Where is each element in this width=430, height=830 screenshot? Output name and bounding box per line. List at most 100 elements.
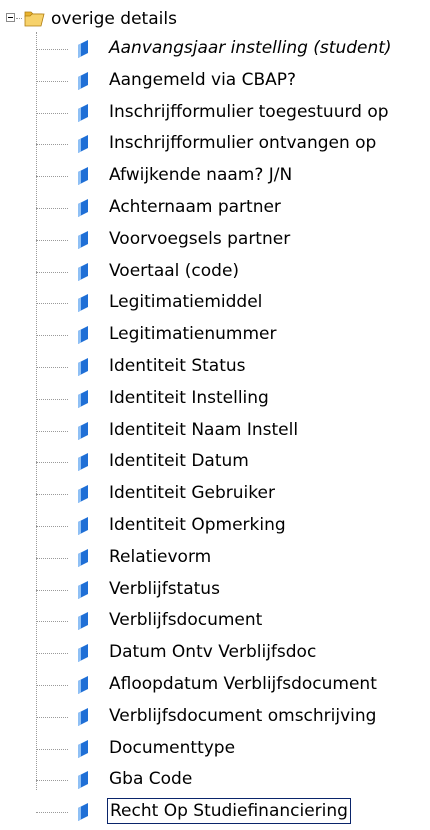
tree-connector xyxy=(36,398,68,400)
tree-item[interactable]: Achternaam partner xyxy=(0,193,420,223)
tree-item-label[interactable]: Verblijfstatus xyxy=(107,577,222,601)
tree-node-label[interactable]: overige details xyxy=(51,8,177,30)
field-icon xyxy=(72,769,94,791)
tree-item-label[interactable]: Afwijkende naam? J/N xyxy=(107,163,294,187)
tree-connector xyxy=(36,49,68,50)
tree-item-label[interactable]: Aangemeld via CBAP? xyxy=(107,68,298,92)
tree-item-label[interactable]: Identiteit Gebruiker xyxy=(107,481,277,505)
tree-item-label[interactable]: Inschrijfformulier ontvangen op xyxy=(107,131,378,155)
field-icon xyxy=(72,70,94,92)
field-icon xyxy=(72,292,94,314)
tree-connector xyxy=(36,621,68,623)
tree-item-label[interactable]: Aanvangsjaar instelling (student) xyxy=(107,36,394,60)
tree-item[interactable]: Verblijfsdocument omschrijving xyxy=(0,702,420,732)
tree-connector xyxy=(36,80,68,82)
tree-connector xyxy=(36,812,68,814)
tree-item[interactable]: Inschrijfformulier ontvangen op xyxy=(0,129,420,159)
field-icon xyxy=(72,642,94,664)
field-icon xyxy=(72,102,94,124)
field-icon xyxy=(72,261,94,283)
tree-node-overige-details[interactable]: overige details xyxy=(0,8,420,32)
tree-connector xyxy=(36,271,68,273)
field-icon xyxy=(72,451,94,473)
field-icon xyxy=(72,801,94,823)
collapse-toggle-icon[interactable] xyxy=(6,13,15,22)
tree-connector xyxy=(36,589,68,591)
tree-item[interactable]: Recht Op Studiefinanciering xyxy=(0,797,420,827)
tree-view: overige details Aanvangsjaar instelling … xyxy=(0,0,430,830)
tree-item-label[interactable]: Voertaal (code) xyxy=(107,259,241,283)
tree-item-label[interactable]: Voorvoegsels partner xyxy=(107,227,292,251)
tree-item-label[interactable]: Verblijfsdocument xyxy=(107,608,264,632)
tree-item[interactable]: Datum Ontv Verblijfsdoc xyxy=(0,638,420,668)
tree-item[interactable]: Verblijfstatus xyxy=(0,575,420,605)
tree-item[interactable]: Identiteit Instelling xyxy=(0,384,420,414)
tree-connector xyxy=(36,239,68,241)
tree-connector xyxy=(36,303,68,305)
tree-item[interactable]: Voorvoegsels partner xyxy=(0,225,420,255)
tree-item-label[interactable]: Afloopdatum Verblijfsdocument xyxy=(107,672,379,696)
tree-item[interactable]: Gba Code xyxy=(0,765,420,795)
tree-item[interactable]: Legitimatienummer xyxy=(0,320,420,350)
tree-connector xyxy=(36,462,68,464)
field-icon xyxy=(72,674,94,696)
tree-connector xyxy=(36,367,68,368)
field-icon xyxy=(72,133,94,155)
field-icon xyxy=(72,610,94,632)
tree-item[interactable]: Identiteit Naam Instell xyxy=(0,416,420,446)
tree-connector xyxy=(36,494,68,496)
tree-connector xyxy=(36,176,68,178)
tree-item[interactable]: Relatievorm xyxy=(0,543,420,573)
field-icon xyxy=(72,324,94,346)
tree-item[interactable]: Afwijkende naam? J/N xyxy=(0,161,420,191)
tree-item-label[interactable]: Gba Code xyxy=(107,767,194,791)
field-icon xyxy=(72,165,94,187)
tree-item-label[interactable]: Inschrijfformulier toegestuurd op xyxy=(107,100,391,124)
tree-item-label[interactable]: Recht Op Studiefinanciering xyxy=(107,798,351,825)
tree-item-label[interactable]: Identiteit Status xyxy=(107,354,248,378)
tree-item-label[interactable]: Identiteit Opmerking xyxy=(107,513,288,537)
tree-item-label[interactable]: Achternaam partner xyxy=(107,195,283,219)
tree-item-label[interactable]: Identiteit Instelling xyxy=(107,386,271,410)
tree-item-label[interactable]: Legitimatiemiddel xyxy=(107,290,264,314)
field-icon xyxy=(72,738,94,760)
tree-item[interactable]: Documenttype xyxy=(0,734,420,764)
tree-connector xyxy=(36,335,68,337)
tree-connector xyxy=(36,557,68,559)
tree-connector xyxy=(36,653,68,655)
tree-item-label[interactable]: Legitimatienummer xyxy=(107,322,278,346)
tree-item[interactable]: Voertaal (code) xyxy=(0,257,420,287)
tree-item[interactable]: Identiteit Opmerking xyxy=(0,511,420,541)
tree-connector xyxy=(36,526,68,527)
field-icon xyxy=(72,356,94,378)
tree-item[interactable]: Verblijfsdocument xyxy=(0,606,420,636)
tree-item-label[interactable]: Identiteit Datum xyxy=(107,449,251,473)
tree-item-label[interactable]: Identiteit Naam Instell xyxy=(107,418,300,442)
tree-connector xyxy=(36,716,68,718)
tree-connector xyxy=(36,112,68,114)
tree-item[interactable]: Identiteit Gebruiker xyxy=(0,479,420,509)
tree-connector xyxy=(36,208,68,209)
tree-connector xyxy=(36,748,68,750)
field-icon xyxy=(72,420,94,442)
tree-item-label[interactable]: Documenttype xyxy=(107,736,237,760)
tree-item-label[interactable]: Datum Ontv Verblijfsdoc xyxy=(107,640,318,664)
tree-item[interactable]: Identiteit Datum xyxy=(0,447,420,477)
tree-item[interactable]: Afloopdatum Verblijfsdocument xyxy=(0,670,420,700)
field-icon xyxy=(72,483,94,505)
field-icon xyxy=(72,706,94,728)
field-icon xyxy=(72,547,94,569)
tree-item[interactable]: Aangemeld via CBAP? xyxy=(0,66,420,96)
tree-item-label[interactable]: Relatievorm xyxy=(107,545,213,569)
tree-connector xyxy=(36,685,68,686)
tree-item[interactable]: Inschrijfformulier toegestuurd op xyxy=(0,98,420,128)
field-icon xyxy=(72,197,94,219)
tree-connector xyxy=(36,780,68,782)
open-folder-icon xyxy=(24,11,45,27)
tree-item[interactable]: Identiteit Status xyxy=(0,352,420,382)
tree-item[interactable]: Aanvangsjaar instelling (student) xyxy=(0,34,420,64)
field-icon xyxy=(72,579,94,601)
tree-item[interactable]: Legitimatiemiddel xyxy=(0,288,420,318)
field-icon xyxy=(72,38,94,60)
tree-item-label[interactable]: Verblijfsdocument omschrijving xyxy=(107,704,378,728)
